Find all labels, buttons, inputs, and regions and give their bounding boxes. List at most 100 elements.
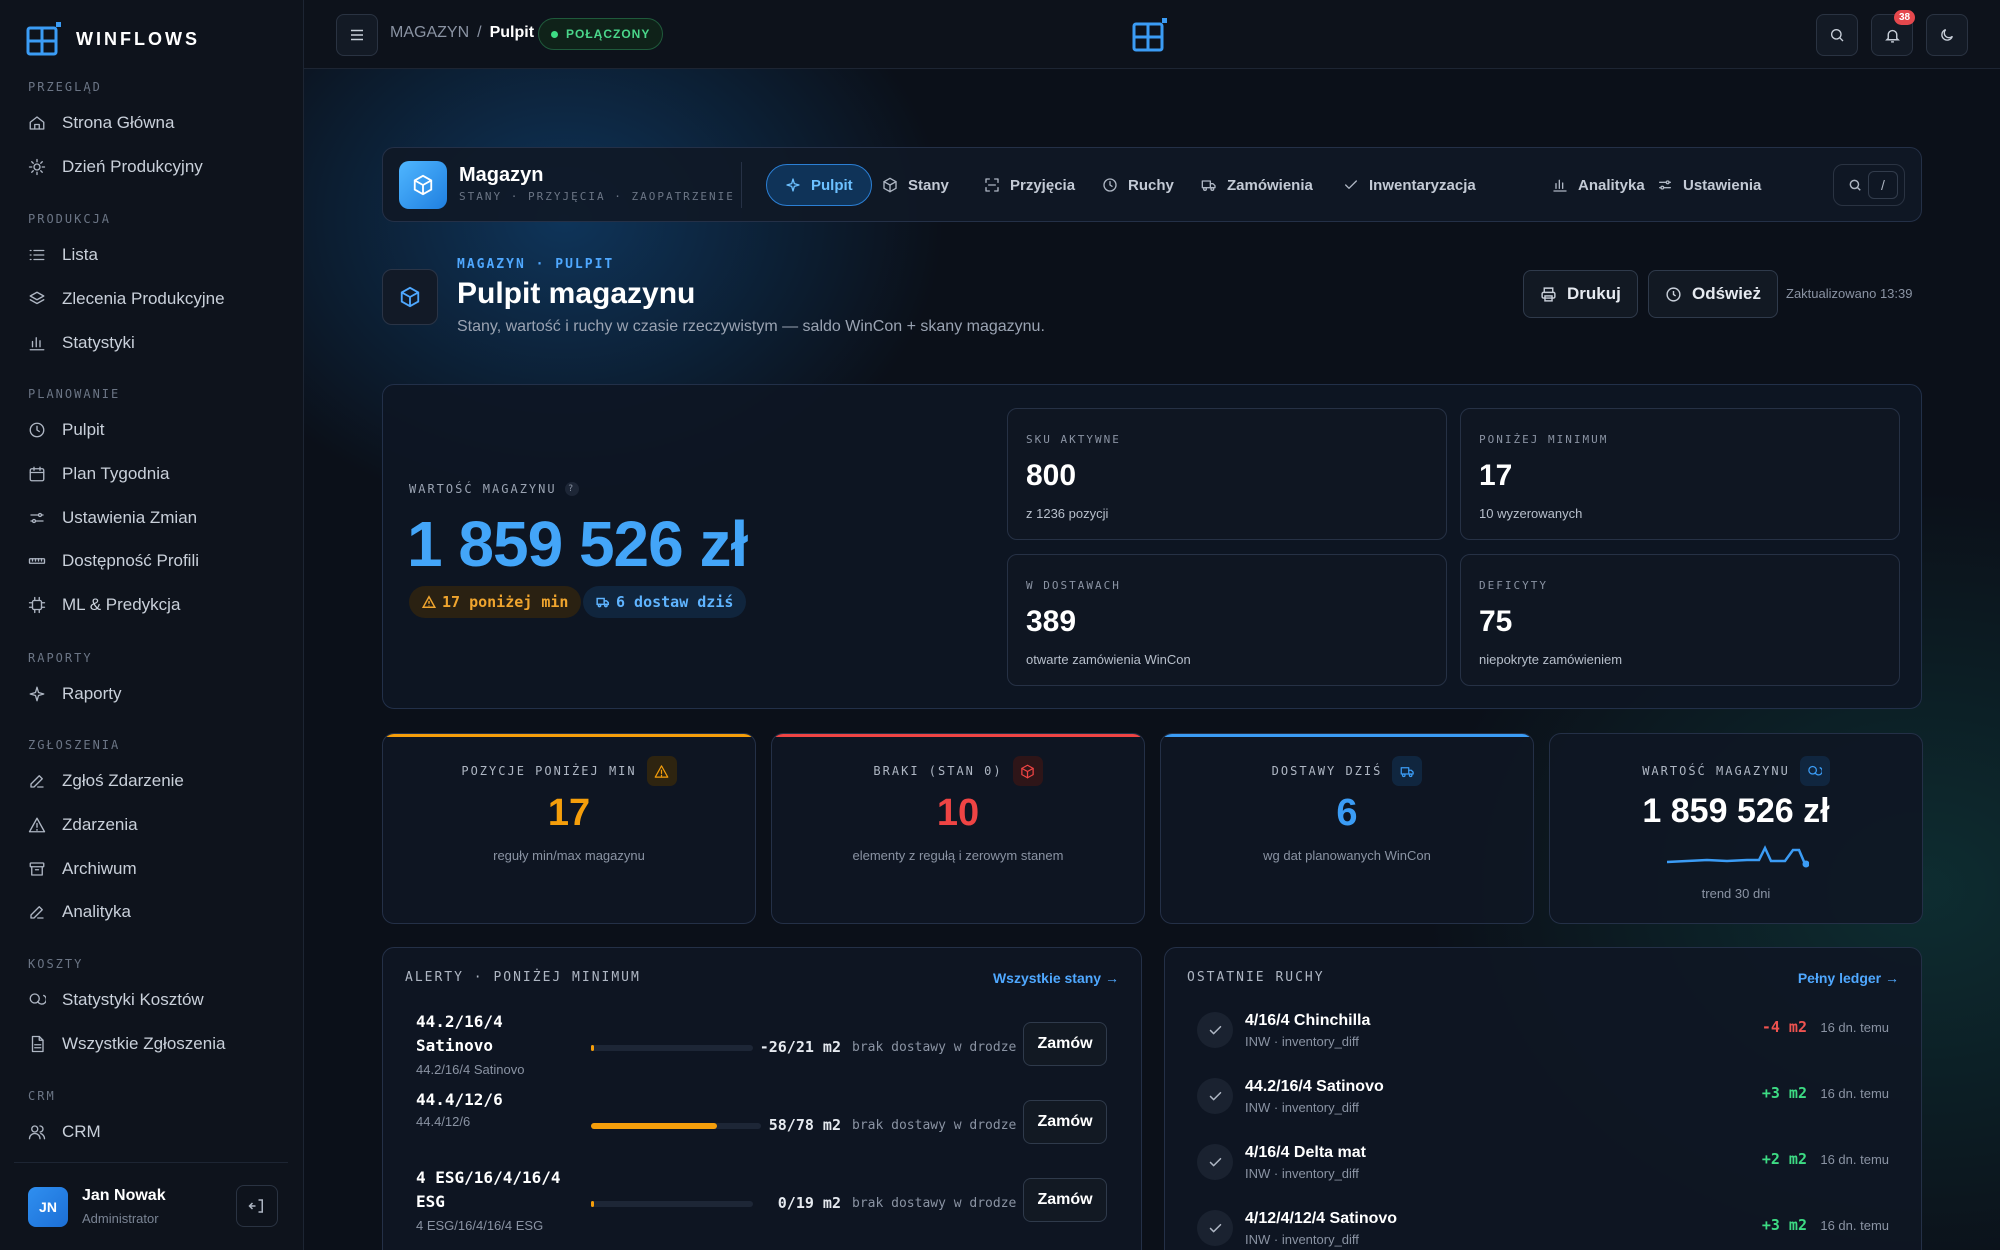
trend-sparkline <box>1667 845 1809 868</box>
help-icon[interactable]: ? <box>564 482 579 496</box>
sidebar-item-raporty[interactable]: Raporty <box>18 675 288 713</box>
check-icon <box>1345 180 1357 189</box>
stat-header: POZYCJE PONIŻEJ MIN <box>383 756 755 786</box>
search-button[interactable] <box>1816 14 1858 56</box>
movement-time: 16 dn. temu <box>1820 1020 1889 1035</box>
printer-icon <box>1541 286 1556 302</box>
warning-icon <box>422 595 436 608</box>
calendar-icon <box>29 466 45 482</box>
sidebar-item-archiwum[interactable]: Archiwum <box>18 850 288 888</box>
sidebar-item-ustawienia-zmian[interactable]: Ustawienia Zmian <box>18 499 288 537</box>
stat-header: WARTOŚĆ MAGAZYNU <box>1550 756 1922 786</box>
sidebar-item-plan-tygodnia[interactable]: Plan Tygodnia <box>18 455 288 493</box>
movement-item-name: 4/12/4/12/4 Satinovo <box>1245 1210 1398 1227</box>
theme-toggle-button[interactable] <box>1926 14 1968 56</box>
stat-subtext: wg dat planowanych WinCon <box>1263 848 1431 863</box>
tab-inwentaryzacja[interactable]: Inwentaryzacja <box>1325 164 1494 206</box>
movement-row[interactable]: 44.2/16/4 Satinovo INW · inventory_diff … <box>1165 1078 1921 1144</box>
ledger-link[interactable]: Pełny ledger → <box>1798 970 1899 986</box>
movement-source: INW · inventory_diff <box>1245 1034 1359 1049</box>
sidebar-item-label: Analityka <box>62 902 131 922</box>
kpi-value: 800 <box>1026 459 1077 492</box>
sidebar-item-statystyki-kosztow[interactable]: Statystyki Kosztów <box>18 981 288 1019</box>
avatar[interactable]: JN <box>28 1186 68 1227</box>
movement-time: 16 dn. temu <box>1820 1086 1889 1101</box>
order-button[interactable]: Zamów <box>1023 1178 1107 1222</box>
kpi-label: PONIŻEJ MINIMUM <box>1479 433 1609 446</box>
movement-delta: -4 m2 <box>1761 1018 1807 1036</box>
print-button[interactable]: Drukuj <box>1523 270 1638 318</box>
breadcrumb-root[interactable]: MAGAZYN <box>390 24 469 42</box>
winflows-logo-icon <box>26 22 61 56</box>
sidebar-item-strona-glowna[interactable]: Strona Główna <box>18 104 288 142</box>
tab-zamowienia[interactable]: Zamówienia <box>1183 164 1331 206</box>
sidebar-item-statystyki[interactable]: Statystyki <box>18 324 288 362</box>
box-icon <box>400 286 420 308</box>
all-stock-link[interactable]: Wszystkie stany → <box>993 970 1119 986</box>
sidebar-item-zlecenia-produkcyjne[interactable]: Zlecenia Produkcyjne <box>18 280 288 318</box>
sidebar-item-lista[interactable]: Lista <box>18 236 288 274</box>
kpi-card-w-dostawach[interactable]: W DOSTAWACH 389 otwarte zamówienia WinCo… <box>1007 554 1447 686</box>
tab-label: Stany <box>908 176 949 194</box>
alert-item-name[interactable]: 44.4/12/6 <box>416 1088 576 1112</box>
alert-item-name[interactable]: 4 ESG/16/4/16/4 ESG <box>416 1166 576 1214</box>
sidebar-item-analityka[interactable]: Analityka <box>18 893 288 931</box>
movement-row[interactable]: 4/12/4/12/4 Satinovo INW · inventory_dif… <box>1165 1210 1921 1250</box>
deliveries-today-pill[interactable]: 6 dostaw dziś <box>583 586 747 618</box>
order-button[interactable]: Zamów <box>1023 1022 1107 1066</box>
sidebar-item-zglos-zdarzenie[interactable]: Zgłoś Zdarzenie <box>18 762 288 800</box>
sidebar-item-zdarzenia[interactable]: Zdarzenia <box>18 806 288 844</box>
movements-title: OSTATNIE RUCHY <box>1187 970 1325 985</box>
status-dot-icon <box>551 30 558 38</box>
check-icon <box>1209 1223 1221 1232</box>
stat-card-wartosc-magazynu[interactable]: WARTOŚĆ MAGAZYNU 1 859 526 zł trend 30 d… <box>1549 733 1923 924</box>
tab-ruchy[interactable]: Ruchy <box>1084 164 1192 206</box>
layers-icon <box>29 291 45 304</box>
tab-ustawienia[interactable]: Ustawienia <box>1639 164 1779 206</box>
sidebar-item-ml-predykcja[interactable]: ML & Predykcja <box>18 586 288 624</box>
sidebar-item-dostepnosc-profili[interactable]: Dostępność Profili <box>18 542 288 580</box>
tab-przyjecia[interactable]: Przyjęcia <box>966 164 1093 206</box>
movement-row[interactable]: 4/16/4 Chinchilla INW · inventory_diff -… <box>1165 1012 1921 1078</box>
below-min-pill[interactable]: 17 poniżej min <box>409 586 582 618</box>
module-title: Magazyn <box>459 164 544 186</box>
sidebar-item-crm[interactable]: CRM <box>18 1113 288 1151</box>
refresh-button[interactable]: Odśwież <box>1648 270 1778 318</box>
stat-label: WARTOŚĆ MAGAZYNU <box>1642 764 1790 778</box>
menu-toggle-button[interactable] <box>336 14 378 56</box>
alerts-panel: ALERTY · PONIŻEJ MINIMUM Wszystkie stany… <box>382 947 1142 1250</box>
tab-pulpit[interactable]: Pulpit <box>766 164 872 206</box>
module-search[interactable]: / <box>1833 164 1905 206</box>
sidebar-item-label: Raporty <box>62 684 122 703</box>
tab-stany[interactable]: Stany <box>864 164 967 206</box>
sidebar-item-pulpit[interactable]: Pulpit <box>18 411 288 449</box>
sidebar-item-label: Statystyki Kosztów <box>62 990 204 1009</box>
alert-item-name[interactable]: 44.2/16/4 Satinovo <box>416 1010 576 1058</box>
kpi-label: SKU AKTYWNE <box>1026 433 1121 446</box>
pencil-icon <box>30 906 44 920</box>
movement-status-badge <box>1197 1078 1233 1114</box>
brand[interactable]: WINFLOWS <box>26 22 200 56</box>
sidebar-item-wszystkie-zgloszenia[interactable]: Wszystkie Zgłoszenia <box>18 1025 288 1063</box>
tab-label: Analityka <box>1578 176 1645 194</box>
alert-quantity: -26/21 m2 <box>759 1038 841 1056</box>
stock-level-fill <box>591 1045 595 1051</box>
kpi-card-deficyty[interactable]: DEFICYTY 75 niepokryte zamówieniem <box>1460 554 1900 686</box>
movement-delta: +3 m2 <box>1761 1216 1807 1234</box>
logout-button[interactable] <box>236 1185 278 1227</box>
stat-accent-bar <box>772 734 1144 737</box>
movement-row[interactable]: 4/16/4 Delta mat INW · inventory_diff +2… <box>1165 1144 1921 1210</box>
kpi-card-sku-aktywne[interactable]: SKU AKTYWNE 800 z 1236 pozycji <box>1007 408 1447 540</box>
breadcrumb: MAGAZYN / Pulpit <box>390 24 534 42</box>
stat-card-dostawy-dzis[interactable]: DOSTAWY DZIŚ 6 wg dat planowanych WinCon <box>1160 733 1534 924</box>
center-logo[interactable] <box>1132 18 1168 52</box>
sidebar-item-dzien-produkcyjny[interactable]: Dzień Produkcyjny <box>18 148 288 186</box>
hero-value: 1 859 526 zł <box>407 508 748 580</box>
stat-card-braki-stan-0[interactable]: BRAKI (STAN 0) 10 elementy z regułą i ze… <box>771 733 1145 924</box>
stat-card-pozycje-ponizej-min[interactable]: POZYCJE PONIŻEJ MIN 17 reguły min/max ma… <box>382 733 756 924</box>
order-button[interactable]: Zamów <box>1023 1100 1107 1144</box>
kpi-label: W DOSTAWACH <box>1026 579 1121 592</box>
notifications-button[interactable]: 38 <box>1871 10 1916 56</box>
kpi-card-ponizej-minimum[interactable]: PONIŻEJ MINIMUM 17 10 wyzerowanych <box>1460 408 1900 540</box>
stat-accent-bar <box>383 734 755 737</box>
